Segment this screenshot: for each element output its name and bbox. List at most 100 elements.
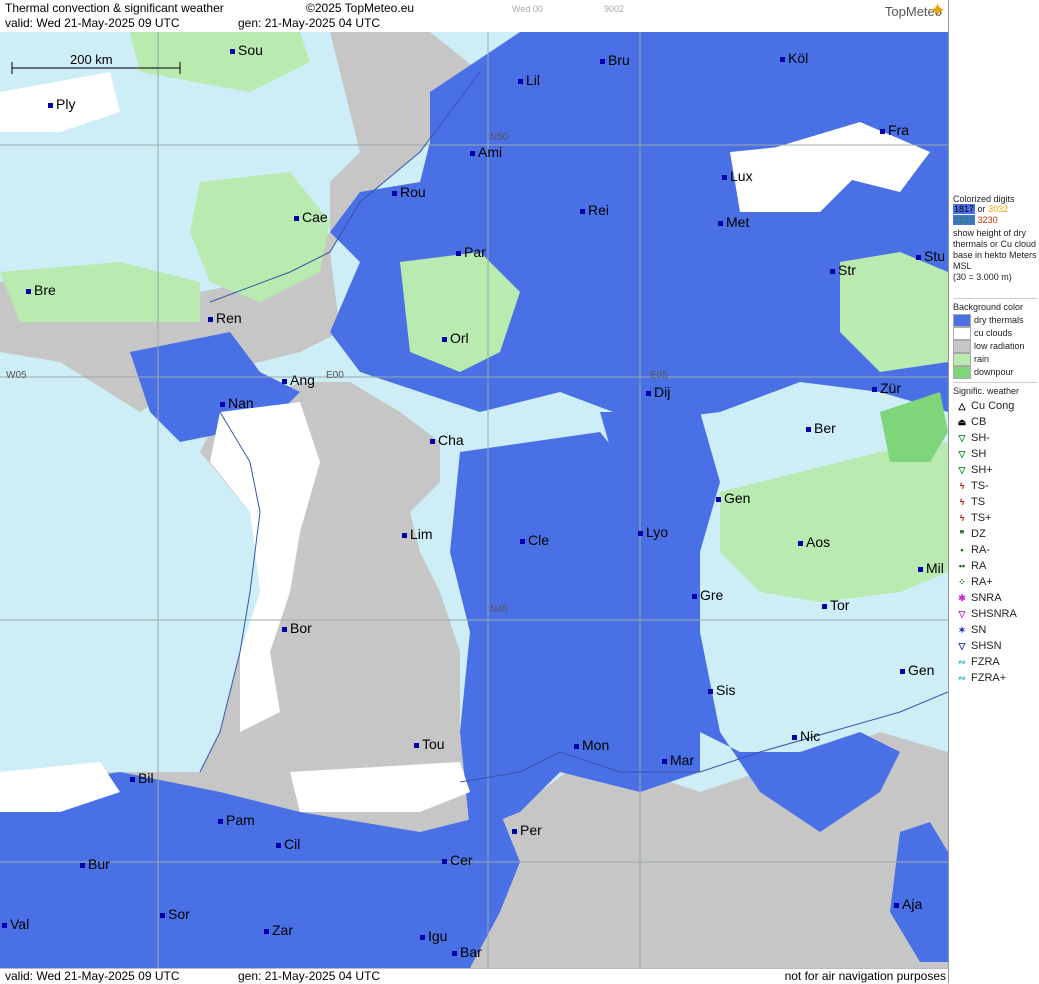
meridian-w05: W05 [6,370,27,381]
city-label[interactable]: Str [830,262,856,278]
legend-sig-item: ▽ SH [953,446,1037,462]
scale-label: 200 km [70,52,113,67]
city-label[interactable]: Bil [130,770,154,786]
city-label[interactable]: Zar [264,922,293,938]
city-label[interactable]: Aos [798,534,830,550]
sig-symbol-icon: • [960,545,964,555]
swatch-downpour [953,366,971,380]
city-dot [894,902,899,908]
city-label[interactable]: Rou [392,184,426,200]
city-dot [230,48,235,54]
legend-sig-item: ▽ SHSN [953,638,1037,654]
city-label[interactable]: Bru [600,52,630,68]
city-label[interactable]: Ang [282,372,315,388]
legend-colorized-note: (30 = 3.000 m) [953,272,1012,282]
city-label[interactable]: Ren [208,310,242,326]
city-label[interactable]: Sor [160,906,190,922]
sig-label: TS- [971,480,989,492]
legend-background: Background color dry thermals cu clouds … [953,298,1037,380]
sample-cu-high: 3032 [988,204,1009,214]
city-label[interactable]: Gre [692,587,723,603]
legend-bg-item: rain [953,353,1037,367]
swatch-dry [953,314,971,328]
city-label[interactable]: Lux [722,168,753,184]
legend-sig-item: ✶ SN [953,622,1037,638]
city-label[interactable]: Tou [414,736,445,752]
topmeteo-logo[interactable]: TopMeteo ✦ [885,0,946,22]
city-label[interactable]: Lil [518,72,540,88]
city-label[interactable]: Cer [442,852,473,868]
city-label[interactable]: Igu [420,928,447,944]
star-icon: ✦ [929,0,946,22]
city-dot [806,426,811,432]
footer-valid-time: valid: Wed 21-May-2025 09 UTC [5,969,180,983]
city-label[interactable]: Bre [26,282,56,298]
sig-label: SHSNRA [971,608,1017,620]
meridian-e05: E05 [650,370,668,381]
meridian-e00: E00 [326,370,344,381]
city-label[interactable]: Bur [80,856,110,872]
city-label[interactable]: Mil [918,560,944,576]
legend-bg-title: Background color [953,302,1024,312]
sig-symbol-icon: ∾ [958,657,966,667]
sig-symbol-icon: ▽ [958,433,966,443]
city-label[interactable]: Orl [442,330,469,346]
city-dot [420,934,425,940]
city-label[interactable]: Ber [806,420,836,436]
city-dot [574,743,579,749]
city-label[interactable]: Gen [716,490,750,506]
city-label[interactable]: Aja [894,896,922,912]
sig-label: SNRA [971,592,1002,604]
legend-sig-item: ▽ SH- [953,430,1037,446]
city-label[interactable]: Mar [662,752,694,768]
city-label[interactable]: Cil [276,836,300,852]
city-dot [220,401,225,407]
city-label[interactable]: Mon [574,737,609,753]
city-dot [580,208,585,214]
legend-sigweather: Signific. weather △ Cu Cong ⏏ CB ▽ SH- ▽ SH ▽ SH+… [953,382,1037,686]
city-label[interactable]: Per [512,822,542,838]
city-label[interactable]: Stu [916,248,945,264]
city-dot [708,688,713,694]
city-label[interactable]: Gen [900,662,934,678]
legend-bg-item: downpour [953,366,1037,380]
city-label[interactable]: Met [718,214,749,230]
city-label[interactable]: Lyo [638,524,668,540]
weather-map[interactable]: 200 km W05 E00 E05 N50 N45 Sou Ply Lil B… [0,32,948,968]
city-dot [722,174,727,180]
city-label[interactable]: Par [456,244,486,260]
city-label[interactable]: Bor [282,620,312,636]
city-dot [208,316,213,322]
city-label[interactable]: Sis [708,682,735,698]
city-label[interactable]: Lim [402,526,433,542]
city-label[interactable]: Val [2,916,29,932]
legend-sig-item: ▽ SHSNRA [953,606,1037,622]
city-label[interactable]: Dij [646,384,670,400]
city-label[interactable]: Rei [580,202,609,218]
city-dot [880,128,885,134]
city-label[interactable]: Fra [880,122,909,138]
disclaimer: not for air navigation purposes [784,969,946,983]
city-label[interactable]: Bar [452,944,482,960]
city-label[interactable]: Köl [780,50,808,66]
city-label[interactable]: Cha [430,432,464,448]
city-label[interactable]: Nic [792,728,820,744]
city-dot [916,254,921,260]
city-label[interactable]: Nan [220,395,254,411]
city-dot [638,530,643,536]
city-dot [520,538,525,544]
city-label[interactable]: Tor [822,597,849,613]
city-dot [160,912,165,918]
city-label[interactable]: Cle [520,532,549,548]
city-label[interactable]: Pam [218,812,255,828]
city-label[interactable]: Ami [470,144,502,160]
city-dot [872,386,877,392]
legend-sig-item: •• RA [953,558,1037,574]
city-dot [130,776,135,782]
city-dot [392,190,397,196]
city-label[interactable]: Zür [872,380,901,396]
city-label[interactable]: Ply [48,96,75,112]
city-label[interactable]: Sou [230,42,263,58]
city-label[interactable]: Cae [294,209,328,225]
city-dot [48,102,53,108]
